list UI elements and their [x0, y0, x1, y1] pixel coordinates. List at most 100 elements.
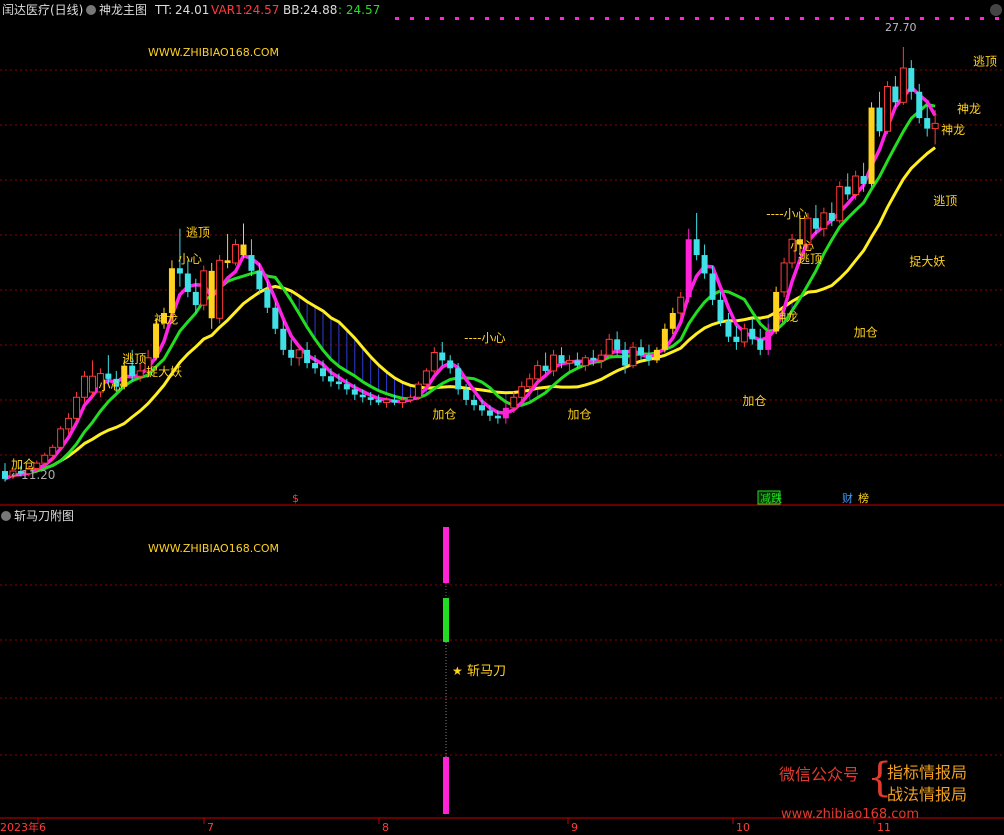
x-tick-label: 9 [571, 821, 578, 834]
candle-body [49, 446, 57, 456]
candle-body [264, 289, 271, 308]
candle-body [558, 355, 565, 364]
top-marker-dot [470, 17, 474, 20]
candle-body [653, 349, 660, 361]
candle-body [677, 296, 685, 314]
top-marker-dot [515, 17, 519, 20]
candle-body [518, 386, 526, 398]
chart-annotation: 逃顶 [798, 252, 822, 266]
top-marker-dot [830, 17, 834, 20]
candle-body [916, 91, 923, 119]
candle-body [494, 415, 501, 419]
candle-body [295, 349, 303, 359]
high-price-label: 27.70 [885, 21, 917, 34]
candle-body [899, 67, 907, 103]
candle-body [931, 122, 939, 130]
candle-body [486, 410, 493, 416]
top-marker-dot [410, 17, 414, 20]
candle-body [765, 331, 772, 350]
candle-body [2, 471, 8, 479]
candle-body [414, 383, 422, 398]
candle-body [248, 255, 255, 271]
top-marker-dot [800, 17, 804, 20]
candle-body [327, 376, 334, 382]
top-marker-dot [920, 17, 924, 20]
tt-label: TT: [154, 3, 172, 17]
close-icon [990, 4, 1002, 16]
chart-annotation: 小心 [178, 252, 202, 266]
signal-bar-green [443, 598, 449, 642]
promo-url: www.zhibiao168.com [781, 807, 920, 822]
promo-watermark: 微信公众号 { 指标情报局 战法情报局 www.zhibiao168.com [779, 755, 994, 829]
candle-body [574, 360, 581, 366]
chart-annotation: 神龙 [941, 123, 965, 137]
chart-annotation: 神龙 [774, 310, 798, 324]
candle-body [375, 399, 382, 403]
candle-body [614, 339, 621, 350]
candle-body [320, 368, 326, 377]
candle-body [256, 270, 263, 290]
candle-body [780, 262, 788, 293]
bb-label: BB: [283, 3, 304, 17]
top-marker-dot [455, 17, 459, 20]
candle-body [200, 270, 208, 306]
candle-body [73, 396, 81, 419]
top-marker-dot [770, 17, 774, 20]
candle-body [224, 260, 231, 263]
top-marker-dot [590, 17, 594, 20]
candle-body [717, 299, 724, 321]
candle-body [153, 323, 160, 358]
top-marker-dot [785, 17, 789, 20]
candle-body [422, 370, 430, 385]
indicator-name: 神龙主图 [99, 3, 147, 17]
candle-body [526, 378, 534, 388]
top-marker-dot [710, 17, 714, 20]
candle-body [908, 68, 915, 92]
top-marker-dot [425, 17, 429, 20]
top-marker-dot [965, 17, 969, 20]
promo-line2: 指标情报局 [887, 763, 968, 782]
candle-body [471, 399, 478, 406]
stock-title: 闰达医疗(日线) [2, 3, 83, 17]
chart-annotation: 逃顶 [122, 352, 146, 366]
chart-annotation: 加仓 [568, 407, 592, 421]
x-tick-label: 10 [736, 821, 750, 834]
candle-body [367, 397, 374, 400]
bb-value: 24.88 [303, 3, 337, 17]
chart-annotation: 捉大妖 [909, 254, 945, 269]
candle-body [232, 244, 240, 264]
candle-body [430, 352, 438, 372]
candle-body [439, 352, 446, 361]
candle-body [709, 273, 716, 300]
candle-body [351, 389, 358, 395]
candle-body [597, 354, 605, 361]
promo-line1: 微信公众号 [779, 765, 860, 784]
candle-body [192, 291, 199, 306]
top-marker-dot [845, 17, 849, 20]
candle-body [129, 365, 136, 377]
top-marker-dot [395, 17, 399, 20]
candle-body [534, 365, 542, 380]
top-marker-dot [485, 17, 489, 20]
star-icon: ★ [452, 664, 463, 678]
candle-body [581, 357, 589, 367]
promo-line3: 战法情报局 [887, 785, 968, 804]
top-marker-dot [560, 17, 564, 20]
candle-body [57, 428, 65, 448]
chart-annotation: 加仓 [742, 394, 766, 408]
candle-body [820, 212, 828, 230]
candle-body [725, 320, 732, 337]
top-marker-dot [755, 17, 759, 20]
candle-body [184, 273, 191, 292]
candle-body [565, 359, 573, 364]
candle-body [629, 346, 637, 367]
candle-body [447, 360, 454, 369]
candle-body [661, 328, 668, 350]
top-marker-dot [725, 17, 729, 20]
badge-cai: 财 [842, 491, 853, 505]
top-marker-dot [695, 17, 699, 20]
candle-body [836, 186, 844, 222]
signal-label: 斩马刀 [467, 664, 506, 679]
top-marker-dot [575, 17, 579, 20]
top-marker-dot [950, 17, 954, 20]
